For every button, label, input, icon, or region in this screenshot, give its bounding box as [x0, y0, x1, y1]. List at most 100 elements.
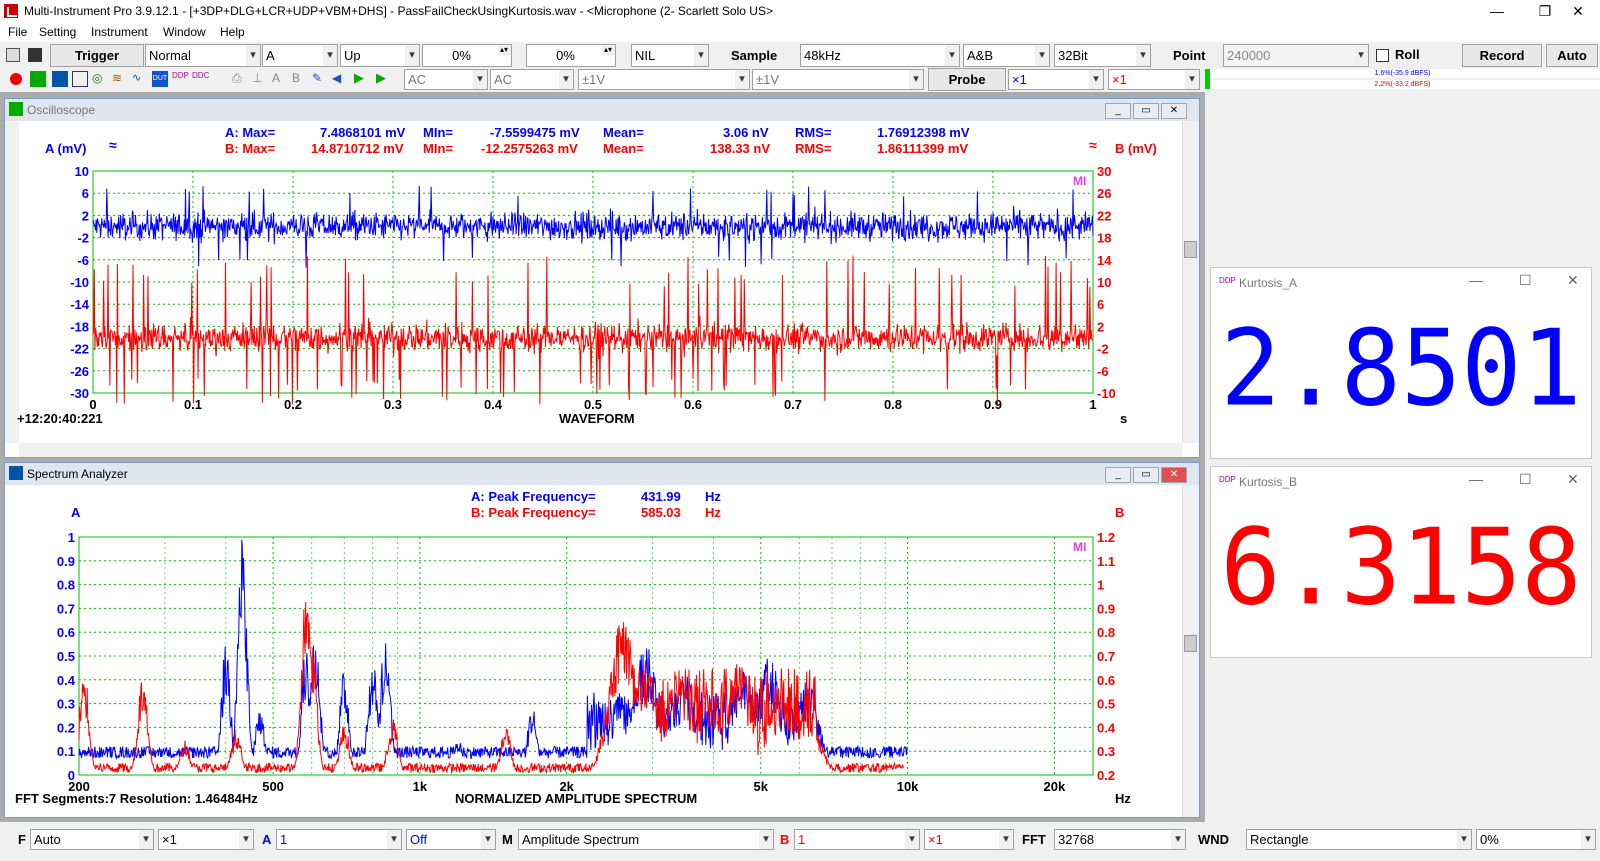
b-weight-select[interactable]: 1 [794, 829, 920, 850]
trigger-mode-select[interactable]: Normal [145, 44, 261, 67]
oscilloscope-icon[interactable] [30, 71, 46, 87]
window-function-select[interactable]: Rectangle [1246, 829, 1472, 850]
save-disk-icon[interactable] [28, 48, 42, 62]
points-select[interactable]: 240000 [1223, 44, 1369, 67]
menu-window[interactable]: Window [163, 25, 206, 39]
menu-file[interactable]: File [8, 25, 27, 39]
kurtosis-a-window: DDP Kurtosis_A — ☐ ✕ 2.8501 [1210, 267, 1592, 459]
spec-xlabel: NORMALIZED AMPLITUDE SPECTRUM [455, 791, 698, 806]
osc-bottom-scrollbar[interactable] [19, 443, 1182, 457]
spec-scroll-thumb[interactable] [1184, 635, 1197, 652]
kurtosis-b-close-button[interactable]: ✕ [1567, 471, 1579, 488]
kurtosis-a-maximize-button[interactable]: ☐ [1519, 272, 1532, 289]
f-multiplier-select[interactable]: ×1 [158, 829, 254, 850]
bit-depth-select[interactable]: 32Bit [1054, 44, 1151, 67]
a-weight-select[interactable]: 1 [276, 829, 402, 850]
osc-a-min-label: MIn= [423, 125, 453, 140]
trigger-edge-select[interactable]: Up [340, 44, 420, 67]
menu-instrument[interactable]: Instrument [91, 25, 148, 39]
ddp-icon[interactable]: DDP [172, 71, 189, 87]
oscilloscope-window: Oscilloscope _ ▭ ✕ A (mV) B (mV) ≈ ≈ A: … [4, 98, 1200, 458]
osc-restore-button[interactable]: ▭ [1133, 103, 1159, 119]
osc-a-rms-label: RMS= [795, 125, 832, 140]
auto-button[interactable]: Auto [1546, 44, 1598, 67]
osc-y-left-tick-label: -22 [70, 342, 89, 357]
spec-y-right-tick-label: 0.4 [1097, 720, 1116, 735]
spec-y-left-tick-label: 0.2 [57, 720, 75, 735]
coupling-a-select[interactable]: AC [404, 69, 488, 90]
play-icon[interactable]: ▶ [354, 70, 370, 86]
trigger-source-select[interactable]: NIL [631, 44, 709, 67]
spectrum-chart[interactable]: 200 500 1k 2k 5k 10k 20k10.90.80.70.60.50.40.3… [5, 521, 1182, 791]
spec-y-right-tick-label: 1.1 [1097, 554, 1115, 569]
waveform-icon[interactable]: ∿ [132, 71, 148, 87]
spec-y-right-tick-label: 0.3 [1097, 744, 1115, 759]
data-logger-icon[interactable]: DDC [192, 71, 209, 87]
menu-setting[interactable]: Setting [39, 25, 76, 39]
dut-icon[interactable]: DUT [152, 71, 168, 87]
b-channel-label: B [780, 832, 790, 847]
measurement-mode-select[interactable]: Amplitude Spectrum [518, 829, 774, 850]
cursor-a-icon[interactable]: A [272, 71, 288, 87]
osc-minimize-button[interactable]: _ [1105, 103, 1131, 119]
trigger-delay-spinner[interactable]: 0% [526, 44, 616, 67]
osc-y-right-tick-label: 30 [1097, 164, 1111, 179]
b-multiplier-select[interactable]: ×1 [924, 829, 1014, 850]
minimize-button[interactable]: — [1474, 0, 1520, 22]
marker-icon[interactable]: ⊥ [252, 71, 268, 87]
spectroscope-icon[interactable] [72, 71, 88, 87]
spec-x-tick-label: 5k [754, 779, 769, 791]
spec-close-button[interactable]: ✕ [1161, 467, 1187, 483]
channel-select[interactable]: A&B [963, 44, 1050, 67]
trigger-level-spinner[interactable]: 0% [422, 44, 512, 67]
range-b-select[interactable]: ±1V [752, 69, 924, 90]
oscilloscope-chart[interactable]: 0 0.1 0.2 0.3 0.4 0.5 0.6 0.7 0.8 0.9 1 10 6 2 -2 -6 -10… [19, 159, 1182, 443]
osc-right-scrollbar[interactable] [1182, 121, 1199, 443]
tools-icon[interactable]: ✎ [312, 71, 328, 87]
menu-help[interactable]: Help [220, 25, 245, 39]
signal-generator-icon[interactable]: ≋ [112, 71, 128, 87]
fft-size-select[interactable]: 32768 [1054, 829, 1186, 850]
speaker-icon[interactable]: ◀ [332, 71, 348, 87]
osc-mi-logo: MI [1073, 174, 1086, 188]
kurtosis-a-close-button[interactable]: ✕ [1567, 272, 1579, 289]
play-once-icon[interactable]: ▶ [376, 70, 392, 86]
kurtosis-a-minimize-button[interactable]: — [1469, 272, 1483, 288]
osc-y-left-tick-label: -10 [70, 275, 89, 290]
spectrum-analyzer-icon[interactable] [52, 71, 68, 87]
osc-x-tick-label: 0.3 [384, 397, 402, 412]
range-a-select[interactable]: ±1V [578, 69, 750, 90]
coupling-b-select[interactable]: AC [490, 69, 574, 90]
trigger-button[interactable]: Trigger [50, 44, 144, 67]
spec-minimize-button[interactable]: _ [1105, 467, 1131, 483]
osc-y-left-tick-label: -2 [77, 231, 89, 246]
a-offset-select[interactable]: Off [406, 829, 496, 850]
f-mode-select[interactable]: Auto [30, 829, 154, 850]
osc-left-scrollbar[interactable] [5, 121, 19, 443]
osc-scroll-thumb[interactable] [1184, 241, 1197, 258]
kurtosis-b-minimize-button[interactable]: — [1469, 471, 1483, 487]
sample-rate-select[interactable]: 48kHz [800, 44, 960, 67]
spec-a-peak-unit: Hz [705, 489, 721, 504]
record-button[interactable]: Record [1462, 44, 1542, 67]
spec-right-scrollbar[interactable] [1182, 485, 1199, 817]
spec-y-right-tick-label: 0.2 [1097, 768, 1115, 783]
window-overlap-select[interactable]: 0% [1476, 829, 1596, 850]
multimeter-icon[interactable]: ◎ [92, 71, 108, 87]
close-button[interactable]: ✕ [1555, 0, 1600, 22]
osc-a-rms-value: 1.76912398 mV [877, 125, 970, 140]
open-folder-icon[interactable] [6, 48, 20, 62]
printer-icon[interactable]: ⎙ [232, 71, 248, 87]
roll-checkbox[interactable] [1376, 49, 1389, 62]
osc-y-left-tick-label: -30 [70, 386, 89, 401]
cursor-b-icon[interactable]: B [292, 71, 308, 87]
probe-button[interactable]: Probe [928, 68, 1006, 91]
osc-close-button[interactable]: ✕ [1161, 103, 1187, 119]
spec-restore-button[interactable]: ▭ [1133, 467, 1159, 483]
probe-a-select[interactable]: ×1 [1008, 69, 1104, 90]
spectrum-analyzer-window: Spectrum Analyzer _ ▭ ✕ A B A: Peak Freq… [4, 462, 1200, 818]
kurtosis-b-maximize-button[interactable]: ☐ [1519, 471, 1532, 488]
trigger-channel-select[interactable]: A [262, 44, 338, 67]
probe-b-select[interactable]: ×1 [1108, 69, 1200, 90]
record-icon[interactable] [10, 73, 22, 85]
